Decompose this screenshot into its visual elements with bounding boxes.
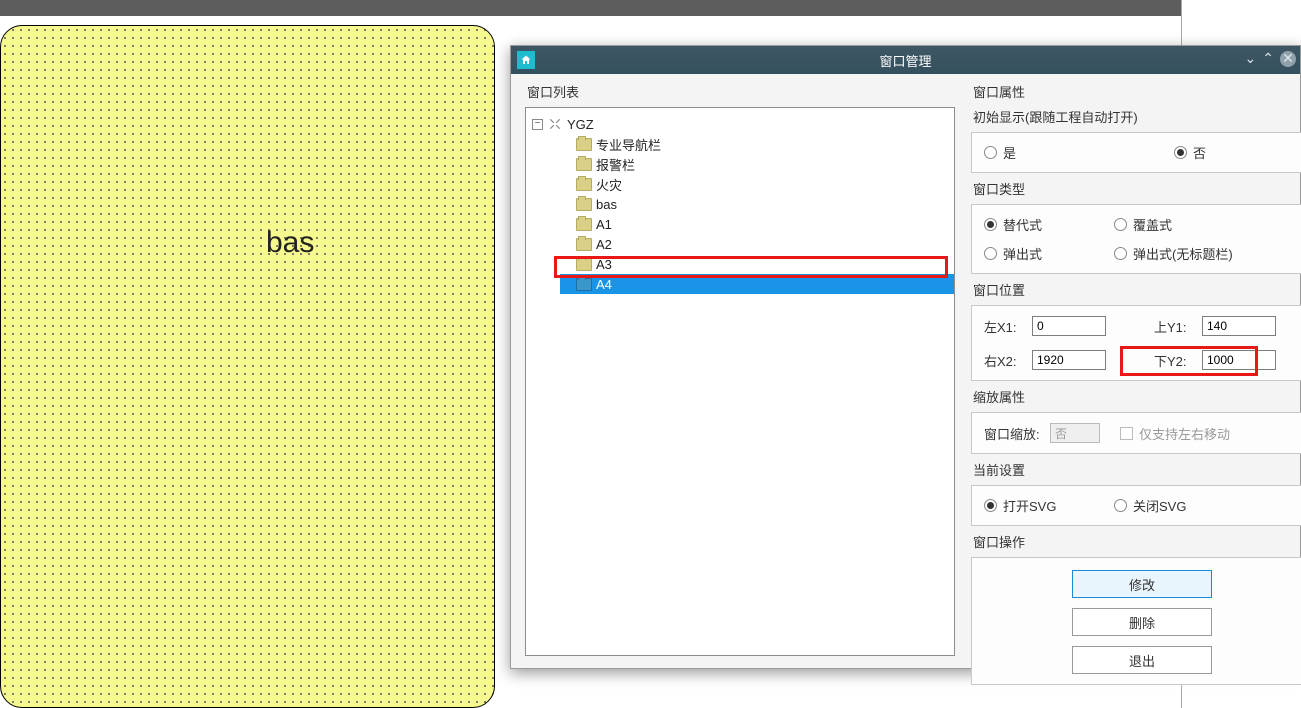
pos-y2-label: 下Y2: xyxy=(1154,351,1196,370)
tree-root-label: YGZ xyxy=(567,117,594,132)
folder-icon xyxy=(576,238,592,251)
zoom-lr-only-label: 仅支持左右移动 xyxy=(1139,424,1230,443)
tree-item-label: A2 xyxy=(596,237,612,252)
pos-x1-label: 左X1: xyxy=(984,317,1026,336)
type-popup-noframe-radio[interactable]: 弹出式(无标题栏) xyxy=(1114,244,1233,263)
window-props-label: 窗口属性 xyxy=(973,82,1301,101)
chevron-up-icon[interactable]: ⌃ xyxy=(1262,50,1274,67)
tree-item-label: 报警栏 xyxy=(596,155,635,174)
dialog-title: 窗口管理 xyxy=(879,51,931,70)
pos-y1-label: 上Y1: xyxy=(1154,317,1196,336)
tree-root-node[interactable]: − YGZ xyxy=(532,114,954,134)
window-position-label: 窗口位置 xyxy=(973,280,1301,299)
type-popup-noframe-label: 弹出式(无标题栏) xyxy=(1133,244,1233,263)
tree-item[interactable]: 专业导航栏 xyxy=(560,134,954,154)
svg-close-radio[interactable]: 关闭SVG xyxy=(1114,496,1224,515)
type-popup-label: 弹出式 xyxy=(1003,244,1042,263)
folder-icon xyxy=(576,138,592,151)
zoom-props-label: 缩放属性 xyxy=(973,387,1301,406)
modify-button[interactable]: 修改 xyxy=(1072,570,1212,598)
folder-icon xyxy=(576,218,592,231)
svg-open-label: 打开SVG xyxy=(1003,496,1056,515)
folder-icon xyxy=(576,158,592,171)
chevron-down-icon[interactable]: ⌄ xyxy=(1245,50,1257,67)
tree-item[interactable]: 火灾 xyxy=(560,174,954,194)
type-replace-label: 替代式 xyxy=(1003,215,1042,234)
tree-item-label: 专业导航栏 xyxy=(596,135,661,154)
pos-y2-input[interactable] xyxy=(1202,350,1276,370)
tree-item-label: A1 xyxy=(596,217,612,232)
tree-item[interactable]: A4 xyxy=(560,274,954,294)
pos-x1-input[interactable] xyxy=(1032,316,1106,336)
tree-item-label: A4 xyxy=(596,277,612,292)
zoom-input xyxy=(1050,423,1100,443)
type-overlay-radio[interactable]: 覆盖式 xyxy=(1114,215,1224,234)
tree-item-label: bas xyxy=(596,197,617,212)
dialog-titlebar[interactable]: 窗口管理 ⌄ ⌃ ✕ xyxy=(511,46,1300,74)
tree-item-label: A3 xyxy=(596,257,612,272)
window-tree[interactable]: − YGZ 专业导航栏报警栏火灾 bas A1 A2 A3 A4 xyxy=(525,107,955,656)
canvas-yellow-page[interactable]: bas xyxy=(0,25,495,708)
type-popup-radio[interactable]: 弹出式 xyxy=(984,244,1094,263)
folder-icon xyxy=(576,178,592,191)
close-icon[interactable]: ✕ xyxy=(1280,51,1296,67)
folder-icon xyxy=(576,278,592,291)
window-type-label: 窗口类型 xyxy=(973,179,1301,198)
tree-item[interactable]: A3 xyxy=(560,254,954,274)
tree-item[interactable]: bas xyxy=(560,194,954,214)
pos-y1-input[interactable] xyxy=(1202,316,1276,336)
type-replace-radio[interactable]: 替代式 xyxy=(984,215,1094,234)
window-list-label: 窗口列表 xyxy=(527,82,955,101)
canvas-page-label: bas xyxy=(266,226,314,260)
init-yes-label: 是 xyxy=(1003,143,1016,162)
init-no-radio[interactable]: 否 xyxy=(1174,143,1284,162)
tree-item[interactable]: 报警栏 xyxy=(560,154,954,174)
init-no-label: 否 xyxy=(1193,143,1206,162)
folder-icon xyxy=(576,258,592,271)
current-setting-label: 当前设置 xyxy=(973,460,1301,479)
tree-item[interactable]: A2 xyxy=(560,234,954,254)
tree-item[interactable]: A1 xyxy=(560,214,954,234)
init-yes-radio[interactable]: 是 xyxy=(984,143,1094,162)
tree-item-label: 火灾 xyxy=(596,175,622,194)
type-overlay-label: 覆盖式 xyxy=(1133,215,1172,234)
window-manager-dialog: 窗口管理 ⌄ ⌃ ✕ 窗口列表 − xyxy=(510,45,1301,669)
window-ops-label: 窗口操作 xyxy=(973,532,1301,551)
tools-icon xyxy=(547,117,563,131)
delete-button[interactable]: 删除 xyxy=(1072,608,1212,636)
folder-icon xyxy=(576,198,592,211)
home-icon xyxy=(517,51,535,69)
exit-button[interactable]: 退出 xyxy=(1072,646,1212,674)
pos-x2-input[interactable] xyxy=(1032,350,1106,370)
zoom-lr-only-checkbox[interactable]: 仅支持左右移动 xyxy=(1120,424,1230,443)
collapse-icon[interactable]: − xyxy=(532,119,543,130)
zoom-field-label: 窗口缩放: xyxy=(984,424,1044,443)
init-display-label: 初始显示(跟随工程自动打开) xyxy=(973,107,1301,126)
pos-x2-label: 右X2: xyxy=(984,351,1026,370)
svg-open-radio[interactable]: 打开SVG xyxy=(984,496,1094,515)
svg-close-label: 关闭SVG xyxy=(1133,496,1186,515)
